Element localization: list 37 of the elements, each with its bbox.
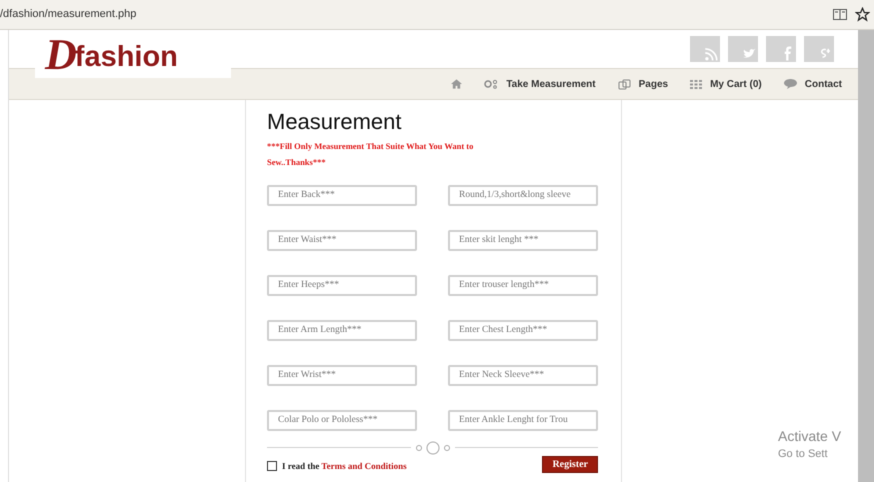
pages-icon — [618, 78, 631, 90]
terms-link[interactable]: Terms and Conditions — [321, 460, 407, 470]
activation-notice: Activate V — [778, 428, 842, 446]
input-field[interactable]: Enter Waist*** — [267, 230, 417, 250]
input-field[interactable]: Enter trouser length*** — [448, 274, 598, 296]
twitter-button[interactable] — [728, 36, 758, 62]
speech-bubble-icon — [784, 79, 797, 89]
input-field[interactable]: Enter Chest Length*** — [448, 320, 598, 340]
input-field[interactable]: Enter Back*** — [267, 184, 417, 206]
grid-icon — [690, 80, 702, 88]
input-field[interactable]: Enter Ankle Lenght for Trou — [448, 410, 598, 430]
input-field[interactable]: Enter Arm Length*** — [267, 320, 417, 340]
form-title: Measurement — [267, 108, 403, 136]
input-field[interactable]: Round,1/3,short&long sleeve — [448, 184, 598, 206]
nav-link[interactable]: Pages — [618, 76, 668, 92]
input-field[interactable]: Colar Polo or Pololess*** — [267, 410, 417, 430]
input-field[interactable]: Enter Wrist*** — [267, 364, 417, 386]
input-field[interactable]: Enter Heeps*** — [267, 274, 417, 296]
nav-link[interactable]: Contact — [784, 76, 842, 92]
nav-link[interactable]: Take Measurement — [484, 76, 596, 92]
star-icon[interactable] — [855, 7, 870, 22]
scrollbar[interactable] — [858, 30, 874, 482]
rss-button[interactable] — [690, 36, 720, 62]
facebook-button[interactable] — [766, 36, 796, 62]
activation-hint: Go to Sett — [778, 446, 829, 462]
input-field[interactable]: Enter skit lenght *** — [448, 230, 598, 250]
nav-link[interactable]: My Cart (0) — [690, 76, 762, 92]
home-icon[interactable] — [451, 79, 462, 89]
notice-text: ***Fill Only Measurement That Suite What You Want to Sew..Thanks*** — [267, 140, 474, 168]
facebook-icon — [784, 46, 792, 61]
input-field[interactable]: Enter Neck Sleeve*** — [448, 364, 598, 386]
gears-icon — [484, 79, 498, 89]
register-button[interactable]: Register — [542, 456, 598, 472]
google-plus-button[interactable] — [804, 36, 834, 62]
checkbox[interactable] — [267, 461, 277, 472]
agree-text: I read the Terms and Conditions — [282, 460, 407, 472]
reading-view-icon[interactable] — [833, 9, 847, 20]
